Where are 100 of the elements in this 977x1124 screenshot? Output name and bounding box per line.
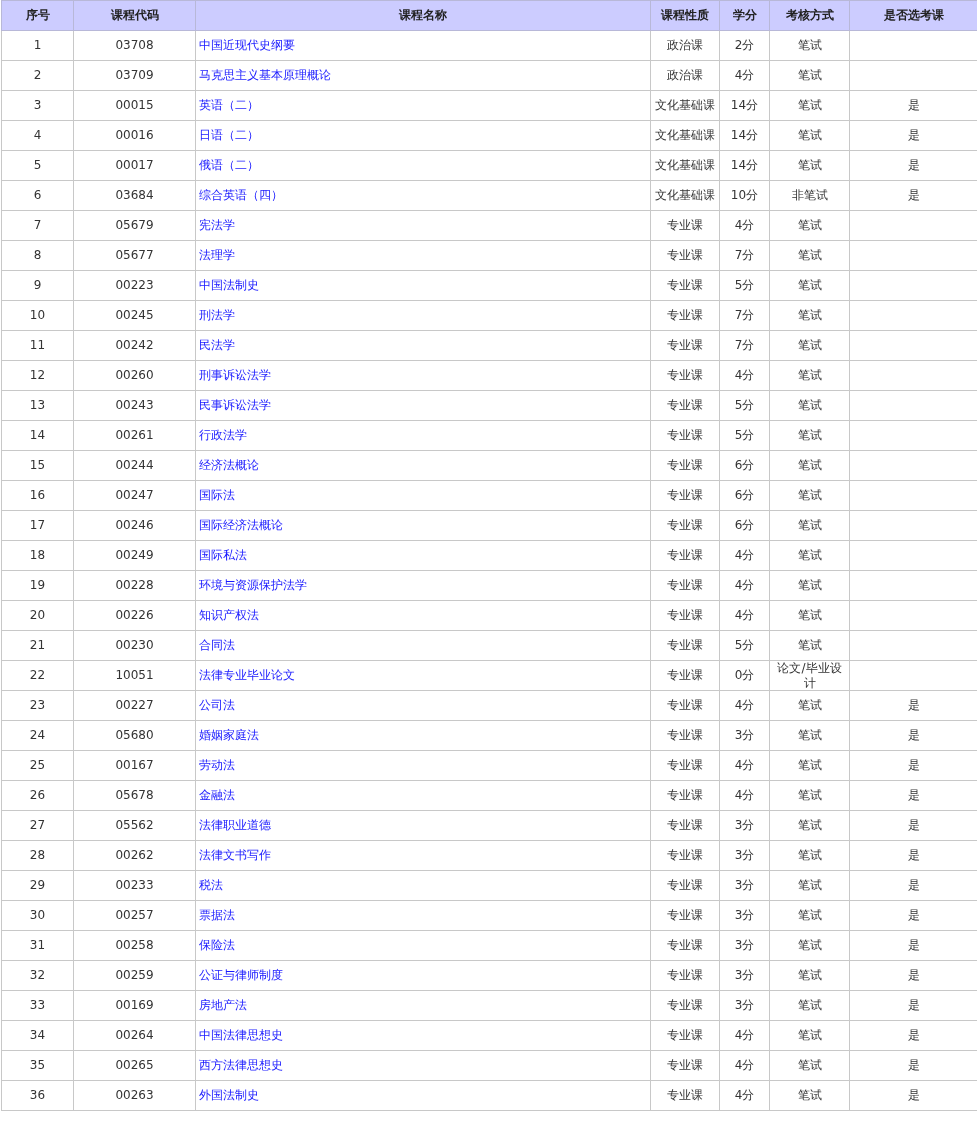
course-link[interactable]: 宪法学: [199, 218, 235, 233]
table-cell: 专业课: [650, 480, 720, 511]
table-cell: 6分: [719, 450, 770, 481]
table-cell: 5分: [719, 270, 770, 301]
course-link[interactable]: 环境与资源保护法学: [199, 578, 307, 593]
table-cell: 专业课: [650, 660, 720, 691]
table-cell: 25: [1, 750, 74, 781]
table-cell: 5分: [719, 420, 770, 451]
course-link[interactable]: 法律职业道德: [199, 818, 271, 833]
table-cell: 4分: [719, 1080, 770, 1111]
course-link[interactable]: 合同法: [199, 638, 235, 653]
course-link[interactable]: 国际法: [199, 488, 235, 503]
table-cell: 00223: [73, 270, 196, 301]
table-cell: 笔试: [769, 420, 850, 451]
table-cell: 00243: [73, 390, 196, 421]
table-cell: 35: [1, 1050, 74, 1081]
table-cell: 05678: [73, 780, 196, 811]
table-cell: 00262: [73, 840, 196, 871]
course-link[interactable]: 中国法律思想史: [199, 1028, 283, 1043]
course-link[interactable]: 民法学: [199, 338, 235, 353]
table-cell: 00017: [73, 150, 196, 181]
table-cell: 05679: [73, 210, 196, 241]
table-cell: 00264: [73, 1020, 196, 1051]
table-cell: 10: [1, 300, 74, 331]
course-link[interactable]: 日语（二）: [199, 128, 259, 143]
table-cell: 34: [1, 1020, 74, 1051]
table-cell: 论文/毕业设计: [769, 660, 850, 691]
course-link[interactable]: 俄语（二）: [199, 158, 259, 173]
table-cell: 00259: [73, 960, 196, 991]
course-link[interactable]: 保险法: [199, 938, 235, 953]
table-cell: 文化基础课: [650, 120, 720, 151]
course-link[interactable]: 刑事诉讼法学: [199, 368, 271, 383]
table-cell: 专业课: [650, 900, 720, 931]
table-cell: 31: [1, 930, 74, 961]
table-cell: 笔试: [769, 840, 850, 871]
course-link[interactable]: 外国法制史: [199, 1088, 259, 1103]
table-cell: 4分: [719, 570, 770, 601]
column-header: 是否选考课: [849, 0, 977, 31]
course-link[interactable]: 公证与律师制度: [199, 968, 283, 983]
course-link[interactable]: 行政法学: [199, 428, 247, 443]
table-cell: 00015: [73, 90, 196, 121]
table-cell: 专业课: [650, 360, 720, 391]
table-cell: 00265: [73, 1050, 196, 1081]
course-link[interactable]: 法律专业毕业论文: [199, 668, 295, 683]
table-cell: 笔试: [769, 810, 850, 841]
course-link[interactable]: 知识产权法: [199, 608, 259, 623]
table-cell: 00169: [73, 990, 196, 1021]
table-cell: 4分: [719, 540, 770, 571]
table-cell: 专业课: [650, 1080, 720, 1111]
table-cell: 笔试: [769, 990, 850, 1021]
table-cell: 17: [1, 510, 74, 541]
table-cell: 4分: [719, 780, 770, 811]
course-link[interactable]: 中国近现代史纲要: [199, 38, 295, 53]
table-cell: 专业课: [650, 690, 720, 721]
table-cell: 笔试: [769, 150, 850, 181]
course-link[interactable]: 票据法: [199, 908, 235, 923]
course-link[interactable]: 婚姻家庭法: [199, 728, 259, 743]
table-cell: 专业课: [650, 240, 720, 271]
table-cell: 14分: [719, 150, 770, 181]
table-cell: 4分: [719, 750, 770, 781]
table-cell: 笔试: [769, 480, 850, 511]
course-link[interactable]: 经济法概论: [199, 458, 259, 473]
course-link[interactable]: 中国法制史: [199, 278, 259, 293]
table-cell: 00258: [73, 930, 196, 961]
course-link[interactable]: 税法: [199, 878, 223, 893]
table-cell: 7: [1, 210, 74, 241]
table-cell: 3分: [719, 810, 770, 841]
course-link[interactable]: 房地产法: [199, 998, 247, 1013]
table-cell: 专业课: [650, 1020, 720, 1051]
table-cell: 05680: [73, 720, 196, 751]
table-cell: 笔试: [769, 540, 850, 571]
table-cell: 4分: [719, 1050, 770, 1081]
table-cell: 专业课: [650, 450, 720, 481]
column-header: 考核方式: [769, 0, 850, 31]
table-cell: 文化基础课: [650, 90, 720, 121]
course-link[interactable]: 刑法学: [199, 308, 235, 323]
course-link[interactable]: 国际私法: [199, 548, 247, 563]
table-cell: 笔试: [769, 690, 850, 721]
table-cell: 3分: [719, 930, 770, 961]
table-cell: 00261: [73, 420, 196, 451]
course-link[interactable]: 法理学: [199, 248, 235, 263]
course-link[interactable]: 英语（二）: [199, 98, 259, 113]
table-cell: 笔试: [769, 270, 850, 301]
course-link[interactable]: 法律文书写作: [199, 848, 271, 863]
course-link[interactable]: 国际经济法概论: [199, 518, 283, 533]
course-link[interactable]: 民事诉讼法学: [199, 398, 271, 413]
table-cell: 2分: [719, 30, 770, 61]
table-cell: 22: [1, 660, 74, 691]
table-cell: 笔试: [769, 510, 850, 541]
table-cell: 3分: [719, 870, 770, 901]
course-link[interactable]: 西方法律思想史: [199, 1058, 283, 1073]
table-cell: 专业课: [650, 810, 720, 841]
course-link[interactable]: 金融法: [199, 788, 235, 803]
course-link[interactable]: 劳动法: [199, 758, 235, 773]
course-link[interactable]: 马克思主义基本原理概论: [199, 68, 331, 83]
course-link[interactable]: 公司法: [199, 698, 235, 713]
course-link[interactable]: 综合英语（四）: [199, 188, 283, 203]
table-cell: 00242: [73, 330, 196, 361]
table-cell: 6分: [719, 480, 770, 511]
table-cell: 27: [1, 810, 74, 841]
